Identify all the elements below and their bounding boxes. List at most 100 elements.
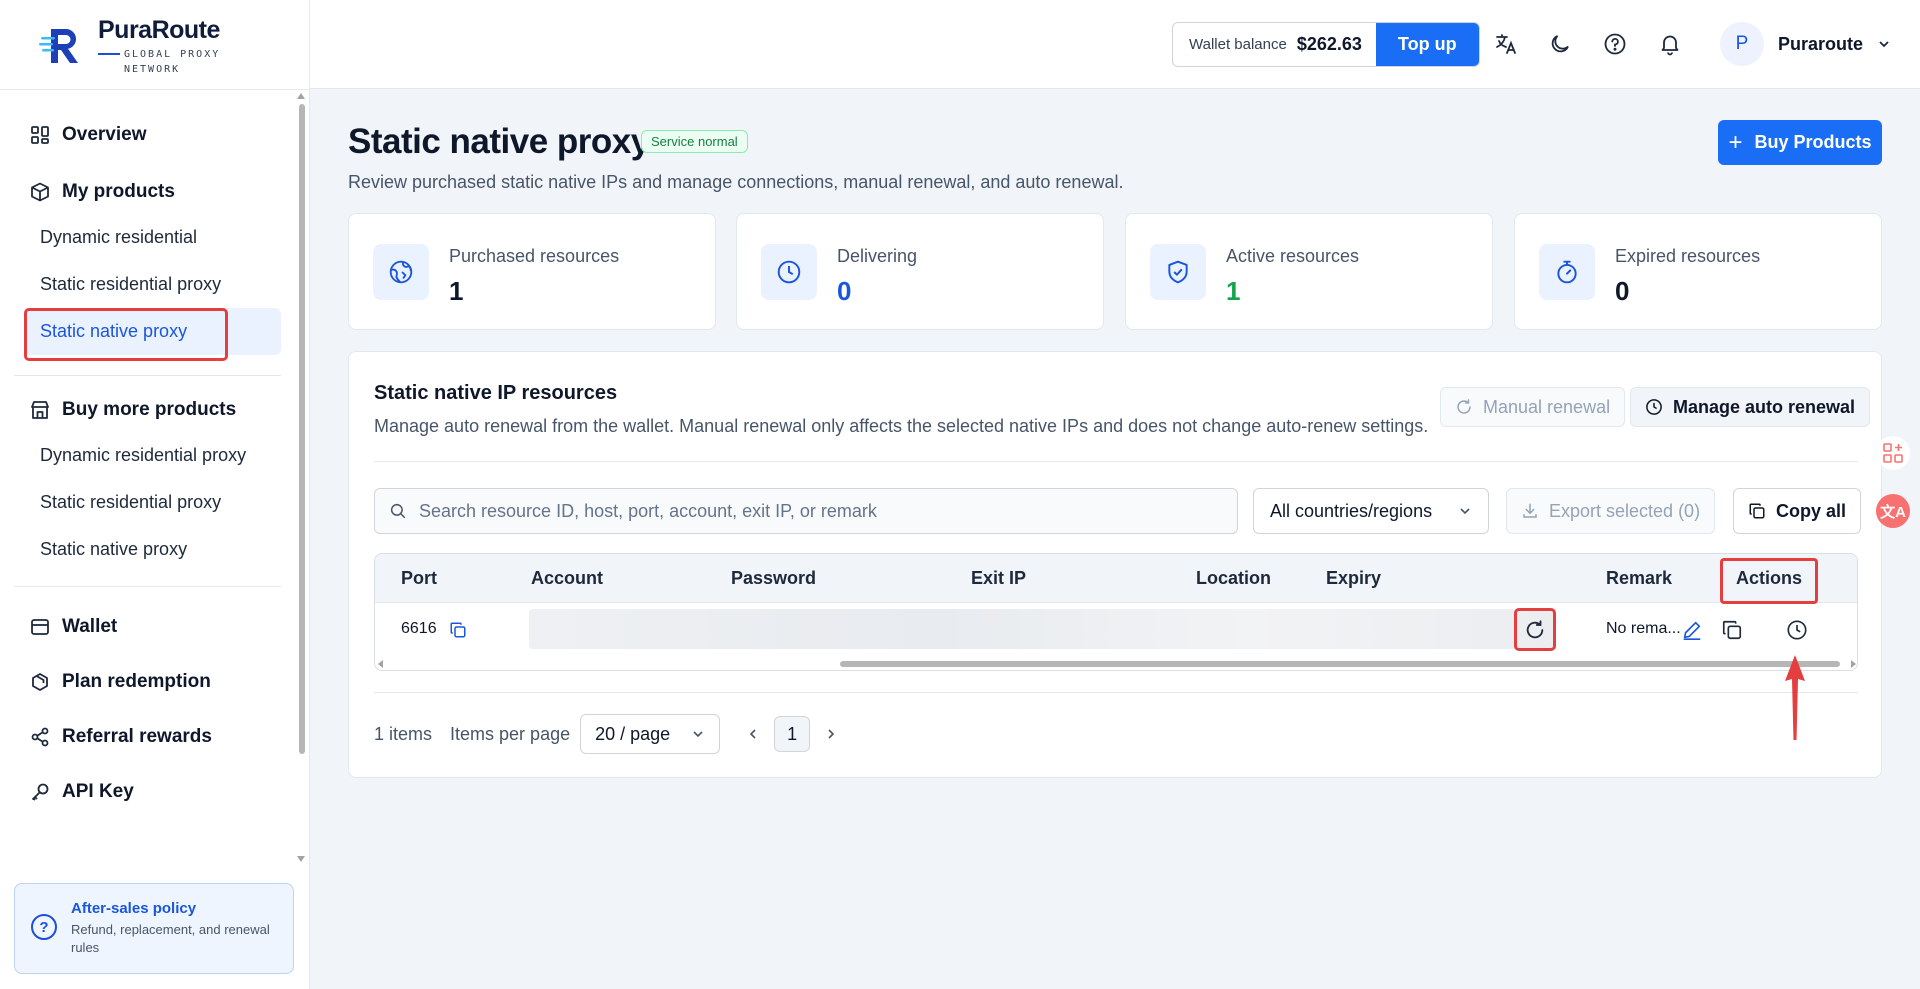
top-up-button[interactable]: Top up xyxy=(1375,23,1479,66)
sidebar-item-label: API Key xyxy=(62,780,134,802)
grid-icon xyxy=(30,125,50,145)
translate-icon[interactable] xyxy=(1494,32,1518,56)
sidebar-item-label: Overview xyxy=(62,124,147,145)
page-number-button[interactable]: 1 xyxy=(774,716,811,752)
globe-icon xyxy=(373,244,429,300)
stat-label: Purchased resources xyxy=(449,246,620,266)
column-password: Password xyxy=(731,568,817,588)
chevron-down-icon xyxy=(693,731,703,738)
sidebar-item-plan-redemption[interactable]: Plan redemption xyxy=(0,654,295,709)
brand-logo[interactable]: PuraRoute GLOBAL PROXY NETWORK xyxy=(38,14,220,78)
scroll-right-icon[interactable] xyxy=(1851,660,1856,668)
scroll-thumb[interactable] xyxy=(840,661,1840,667)
stat-label: Active resources xyxy=(1226,246,1360,266)
chevron-left-icon[interactable] xyxy=(746,727,760,741)
stat-card-delivering: Delivering 0 xyxy=(736,213,1104,330)
auto-renew-clock-icon[interactable] xyxy=(1786,619,1808,641)
sidebar-item-referral-rewards[interactable]: Referral rewards xyxy=(0,709,295,764)
search-field[interactable] xyxy=(374,488,1238,534)
sidebar-scroll-thumb[interactable] xyxy=(299,104,305,754)
sidebar-item-label: Wallet xyxy=(62,615,118,637)
resources-table: Port Account Password Exit IP Location E… xyxy=(374,553,1858,671)
stat-card-expired: Expired resources 0 xyxy=(1514,213,1882,330)
buy-products-button[interactable]: + Buy Products xyxy=(1718,120,1882,165)
sidebar-item-wallet[interactable]: Wallet xyxy=(0,599,295,654)
stat-card-active: Active resources 1 xyxy=(1125,213,1493,330)
stat-card-purchased: Purchased resources 1 xyxy=(348,213,716,330)
timer-icon xyxy=(1539,244,1595,300)
chevron-down-icon xyxy=(1460,508,1470,515)
dark-mode-moon-icon[interactable] xyxy=(1548,32,1572,56)
page-size-select[interactable]: 20 / page xyxy=(580,714,721,754)
scroll-down-icon[interactable] xyxy=(297,856,305,862)
wallet-balance-amount: $262.63 xyxy=(1296,34,1362,54)
manage-auto-renewal-button[interactable]: Manage auto renewal xyxy=(1630,387,1871,427)
column-expiry: Expiry xyxy=(1326,568,1382,588)
stat-value: 0 xyxy=(837,276,852,306)
copy-port-icon[interactable] xyxy=(449,621,467,639)
resources-panel: Static native IP resources Manage auto r… xyxy=(348,351,1882,778)
edit-pencil-icon[interactable] xyxy=(1681,619,1703,641)
table-horizontal-scrollbar[interactable] xyxy=(375,658,1857,670)
sidebar-group-my-products[interactable]: My products xyxy=(0,170,295,214)
stat-value: 1 xyxy=(449,276,464,306)
page-subtitle: Review purchased static native IPs and m… xyxy=(348,172,1124,192)
annotation-arrow-icon xyxy=(1785,655,1805,740)
sidebar-item-static-residential-proxy[interactable]: Static residential proxy xyxy=(0,261,281,308)
manual-renewal-button[interactable]: Manual renewal xyxy=(1440,387,1626,427)
sidebar-item-api-key[interactable]: API Key xyxy=(0,764,295,819)
copy-icon xyxy=(1749,503,1765,519)
stat-label: Delivering xyxy=(837,246,918,266)
sidebar-group-label: Buy more products xyxy=(62,399,237,420)
sidebar: PuraRoute GLOBAL PROXY NETWORK Overview M… xyxy=(0,0,310,989)
sidebar-item-static-native-proxy[interactable]: Static native proxy xyxy=(24,308,281,361)
sidebar-group-buy-more[interactable]: Buy more products xyxy=(0,388,295,432)
column-location: Location xyxy=(1196,568,1271,588)
chevron-right-icon[interactable] xyxy=(824,727,838,741)
help-icon[interactable] xyxy=(1603,32,1627,56)
clock-icon xyxy=(761,244,817,300)
user-menu[interactable]: P Puraroute xyxy=(1720,22,1891,66)
bell-icon[interactable] xyxy=(1658,32,1682,56)
wallet-icon xyxy=(30,617,50,637)
items-per-page-label: Items per page xyxy=(450,723,571,744)
cell-remark: No rema... xyxy=(1606,620,1681,637)
policy-title: After-sales policy xyxy=(71,900,197,917)
column-exit-ip: Exit IP xyxy=(971,568,1027,588)
sidebar-item-dynamic-residential[interactable]: Dynamic residential xyxy=(0,214,281,261)
sidebar-item-label: Referral rewards xyxy=(62,725,212,747)
scroll-up-icon[interactable] xyxy=(297,93,305,99)
translate-widget-icon[interactable]: 文A xyxy=(1876,494,1910,528)
cell-port: 6616 xyxy=(401,620,437,637)
sidebar-item-label: Plan redemption xyxy=(62,670,211,692)
sidebar-item-buy-static-residential-proxy[interactable]: Static residential proxy xyxy=(0,479,281,526)
panel-title: Static native IP resources xyxy=(374,382,618,404)
pagination: 1 items Items per page 20 / page 1 xyxy=(374,714,838,754)
column-account: Account xyxy=(531,568,603,588)
store-icon xyxy=(30,400,50,420)
copy-all-button[interactable]: Copy all xyxy=(1733,488,1862,534)
country-region-select[interactable]: All countries/regions xyxy=(1253,488,1489,534)
brand-name: PuraRoute xyxy=(98,15,220,44)
avatar: P xyxy=(1720,22,1764,66)
search-input[interactable] xyxy=(419,500,1219,522)
package-icon xyxy=(30,672,50,692)
sidebar-nav: Overview My products Dynamic residential… xyxy=(0,90,295,819)
plus-icon: + xyxy=(1728,128,1743,156)
sidebar-item-buy-static-native-proxy[interactable]: Static native proxy xyxy=(0,526,281,573)
brand-tagline: GLOBAL PROXY NETWORK xyxy=(98,47,220,77)
sidebar-item-overview[interactable]: Overview xyxy=(0,113,295,157)
export-selected-button[interactable]: Export selected (0) xyxy=(1506,488,1716,534)
items-count: 1 items xyxy=(374,723,433,744)
sidebar-item-buy-dynamic-residential-proxy[interactable]: Dynamic residential proxy xyxy=(0,432,281,479)
scroll-left-icon[interactable] xyxy=(378,660,383,668)
top-header: Wallet balance $262.63 Top up P Purarout… xyxy=(310,0,1920,89)
page-title: Static native proxy xyxy=(348,122,650,161)
help-circle-icon: ? xyxy=(31,914,57,940)
redacted-credentials xyxy=(529,609,1555,649)
stat-value: 0 xyxy=(1615,276,1630,306)
user-name: Puraroute xyxy=(1778,33,1864,54)
copy-row-icon[interactable] xyxy=(1721,619,1743,641)
apps-widget-icon[interactable] xyxy=(1876,436,1910,470)
after-sales-policy-card[interactable]: ? After-sales policy Refund, replacement… xyxy=(14,883,294,974)
